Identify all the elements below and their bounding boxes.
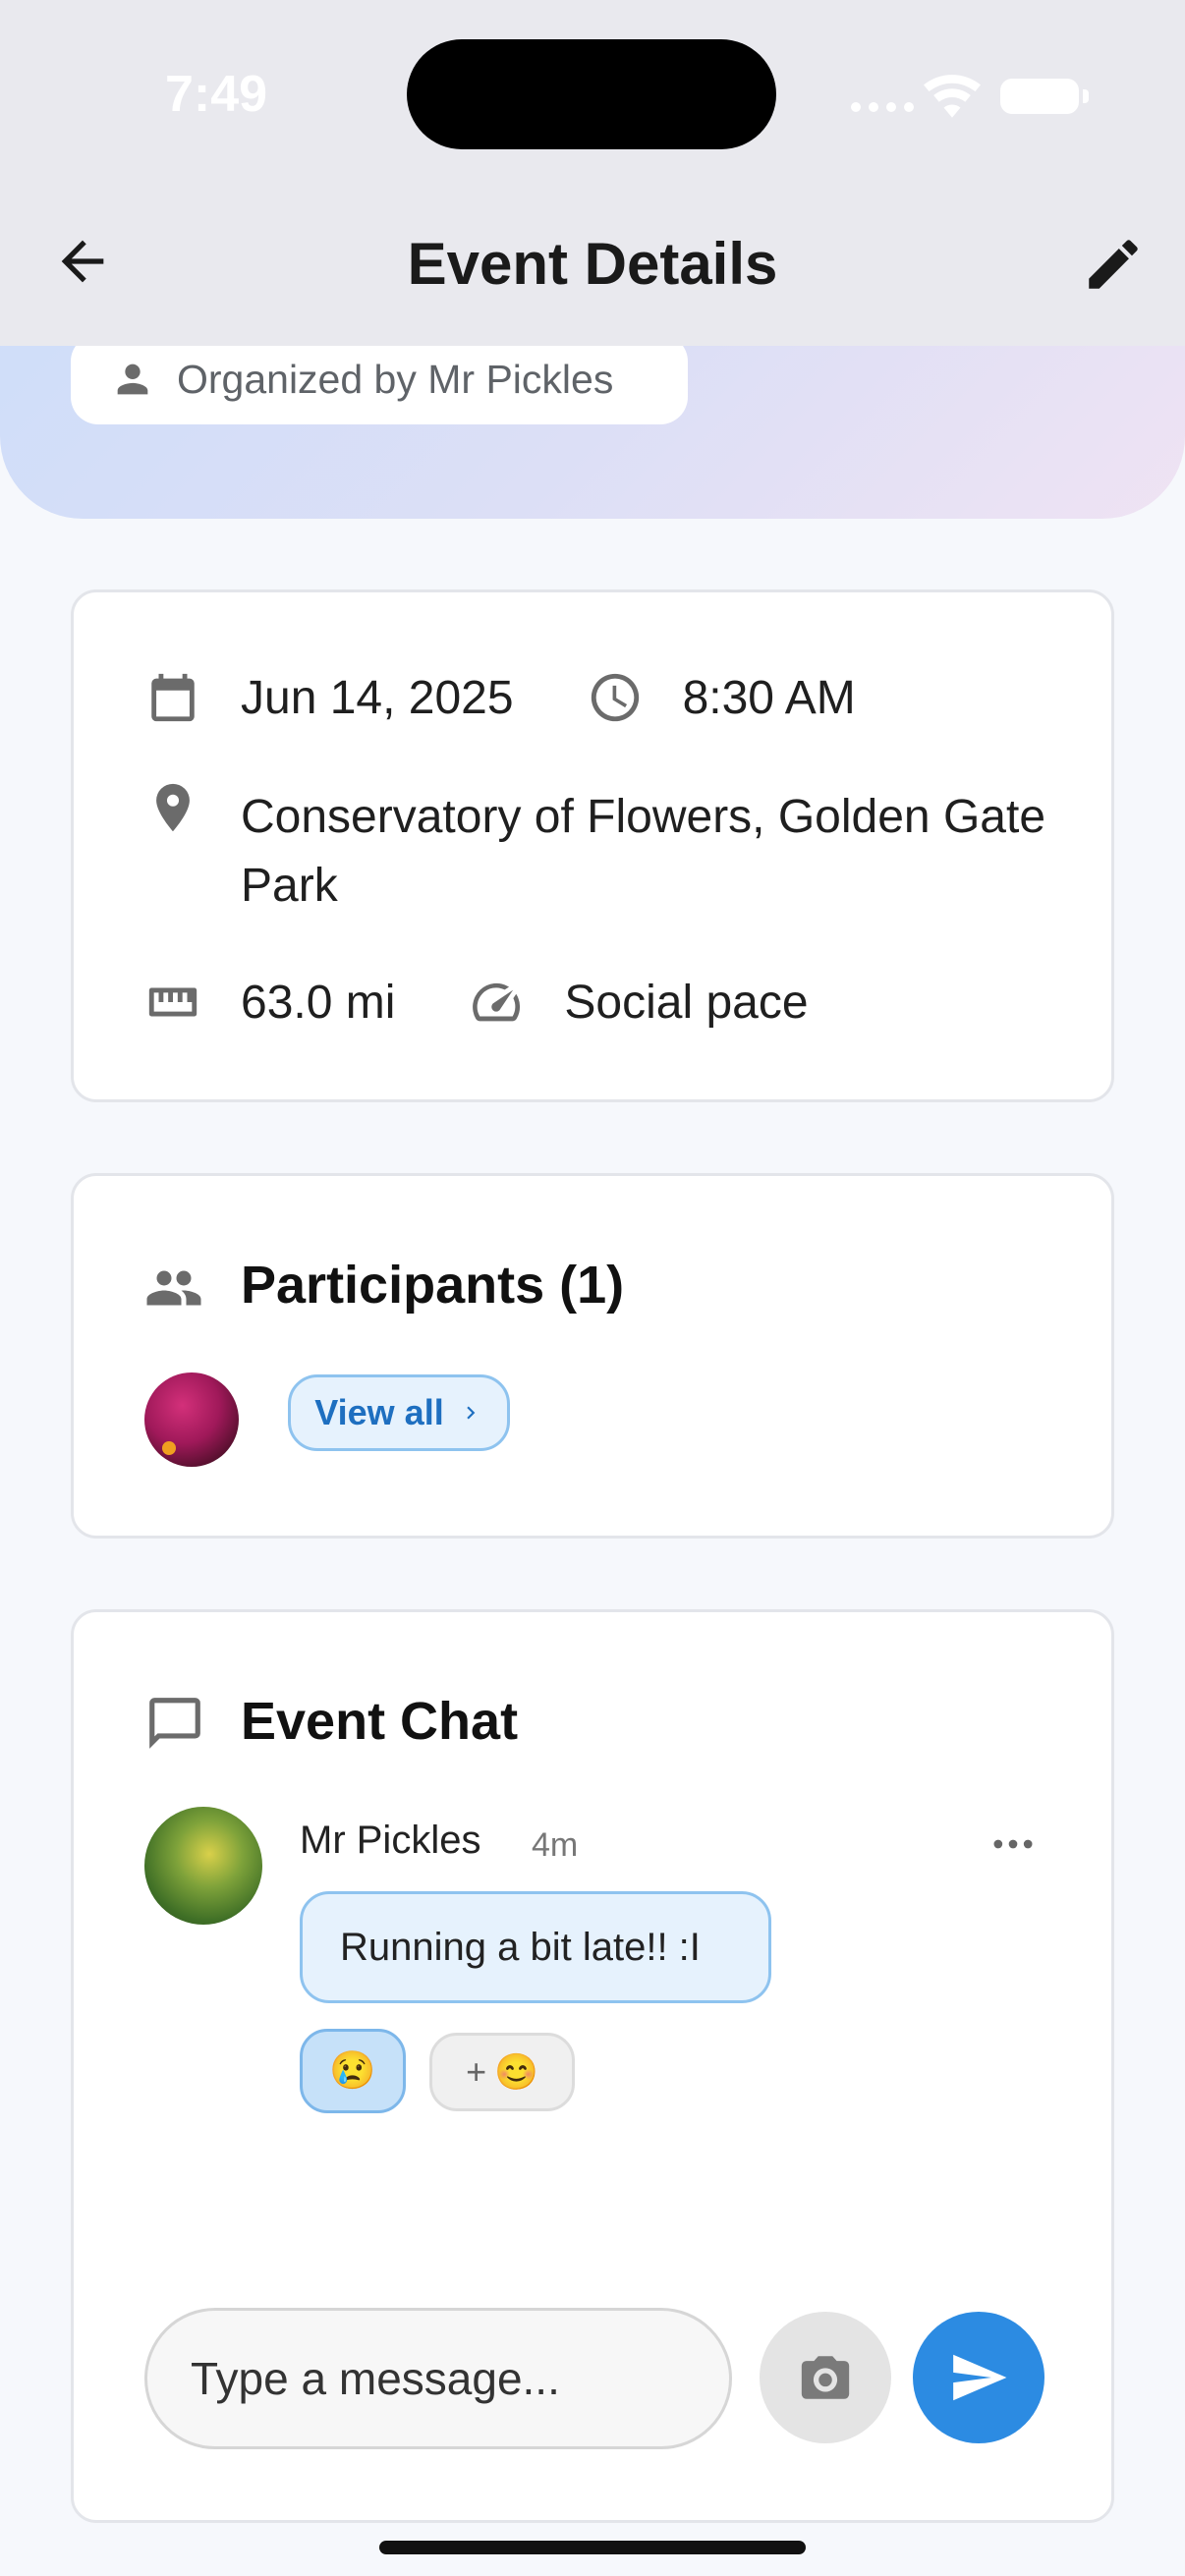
message-text: Running a bit late!! :I	[340, 1925, 701, 1969]
event-date: Jun 14, 2025	[241, 671, 514, 724]
plus-icon: +	[466, 2051, 487, 2092]
page-title: Event Details	[407, 231, 778, 297]
message-timestamp: 4m	[532, 1826, 579, 1864]
chevron-right-icon	[467, 1406, 476, 1420]
chat-bubble-icon	[149, 1698, 200, 1749]
wifi-icon	[924, 75, 981, 118]
edit-pencil-icon[interactable]	[1081, 232, 1146, 297]
view-all-label: View all	[314, 1392, 444, 1432]
message-input-placeholder: Type a message...	[191, 2353, 560, 2404]
participant-avatar[interactable]	[144, 1372, 239, 1467]
send-icon	[953, 2354, 1007, 2401]
organizer-chip: Organized by Mr Pickles	[71, 334, 688, 424]
add-reaction-button[interactable]: + 😊	[429, 2033, 575, 2111]
crying-face-emoji: 😢	[329, 2050, 376, 2092]
event-distance: 63.0 mi	[241, 976, 396, 1029]
date-time-row: Jun 14, 2025 8:30 AM	[144, 669, 856, 726]
ruler-icon	[148, 987, 198, 1017]
event-pace: Social pace	[564, 976, 809, 1029]
event-chat-card: Event Chat Mr Pickles 4m Running a bit l…	[71, 1609, 1114, 2523]
smiley-emoji: 😊	[494, 2051, 538, 2092]
message-input[interactable]: Type a message...	[144, 2308, 732, 2449]
clock-icon	[591, 673, 639, 722]
status-time: 7:49	[165, 66, 268, 123]
participants-card: Participants (1) View all	[71, 1173, 1114, 1539]
event-info-card: Jun 14, 2025 8:30 AM Conservatory of Flo…	[71, 589, 1114, 1102]
send-button[interactable]	[913, 2312, 1044, 2443]
message-author-avatar[interactable]	[144, 1807, 262, 1925]
group-icon	[146, 1270, 201, 1306]
dynamic-island	[407, 39, 776, 149]
location-pin-icon	[156, 783, 190, 832]
message-author: Mr Pickles	[300, 1819, 481, 1862]
reaction-chip[interactable]: 😢	[300, 2029, 406, 2113]
distance-pace-row: 63.0 mi Social pace	[144, 974, 809, 1031]
chat-title: Event Chat	[241, 1692, 519, 1751]
camera-button[interactable]	[760, 2312, 891, 2443]
message-bubble[interactable]: Running a bit late!! :I	[300, 1891, 771, 2003]
speedometer-icon	[473, 982, 521, 1022]
organizer-label: Organized by Mr Pickles	[177, 356, 614, 402]
view-all-participants-button[interactable]: View all	[288, 1374, 510, 1451]
person-icon	[117, 364, 148, 395]
app-bar: 7:49 Event Details	[0, 0, 1185, 346]
battery-icon	[1000, 79, 1089, 114]
event-time: 8:30 AM	[682, 671, 856, 724]
home-indicator	[379, 2541, 806, 2554]
more-options-icon[interactable]	[988, 1819, 1039, 1870]
cellular-signal-icon	[851, 102, 914, 112]
participants-title: Participants (1)	[241, 1256, 625, 1315]
calendar-icon	[151, 673, 195, 722]
event-location: Conservatory of Flowers, Golden Gate Par…	[241, 791, 1046, 912]
camera-icon	[801, 2356, 850, 2399]
